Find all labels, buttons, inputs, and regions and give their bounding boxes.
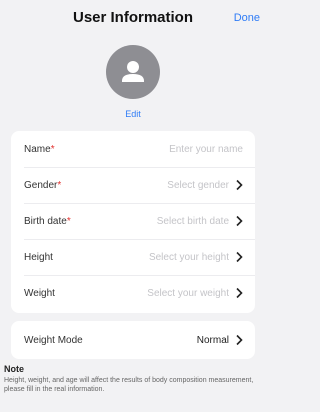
- chevron-right-icon: [236, 215, 243, 227]
- required-mark: *: [66, 216, 71, 227]
- name-label: Name*: [24, 144, 55, 155]
- chevron-right-icon: [236, 179, 243, 191]
- weight-label: Weight: [24, 288, 55, 299]
- required-mark: *: [57, 180, 62, 191]
- avatar[interactable]: [106, 45, 160, 99]
- weight-row[interactable]: Weight Select your weight: [11, 275, 255, 311]
- note-title: Note: [4, 364, 24, 374]
- nav-bar: User Information Done: [0, 0, 266, 36]
- height-row[interactable]: Height Select your height: [11, 239, 255, 275]
- gender-select[interactable]: Select gender: [167, 180, 229, 191]
- birth-date-label: Birth date*: [24, 216, 71, 227]
- user-silhouette-icon: [122, 61, 144, 82]
- height-label: Height: [24, 252, 53, 263]
- page-title: User Information: [72, 9, 193, 26]
- height-select[interactable]: Select your height: [149, 252, 229, 263]
- weight-mode-value[interactable]: Normal: [197, 335, 229, 346]
- chevron-right-icon: [236, 251, 243, 263]
- weight-mode-label: Weight Mode: [24, 335, 83, 346]
- gender-label: Gender*: [24, 180, 62, 191]
- required-mark: *: [50, 144, 55, 155]
- gender-row[interactable]: Gender* Select gender: [11, 167, 255, 203]
- weight-select[interactable]: Select your weight: [147, 288, 229, 299]
- chevron-right-icon: [236, 287, 243, 299]
- weight-mode-card: Weight Mode Normal: [11, 321, 255, 359]
- weight-mode-row[interactable]: Weight Mode Normal: [11, 322, 255, 358]
- name-row[interactable]: Name* Enter your name: [11, 131, 255, 167]
- birth-date-select[interactable]: Select birth date: [157, 216, 229, 227]
- done-button[interactable]: Done: [234, 12, 260, 24]
- chevron-right-icon: [236, 334, 243, 346]
- birth-date-row[interactable]: Birth date* Select birth date: [11, 203, 255, 239]
- note-text: Height, weight, and age will affect the …: [4, 377, 254, 393]
- user-details-card: Name* Enter your name Gender* Select gen…: [11, 131, 255, 313]
- edit-avatar-link[interactable]: Edit: [0, 109, 266, 119]
- name-input[interactable]: Enter your name: [169, 144, 243, 155]
